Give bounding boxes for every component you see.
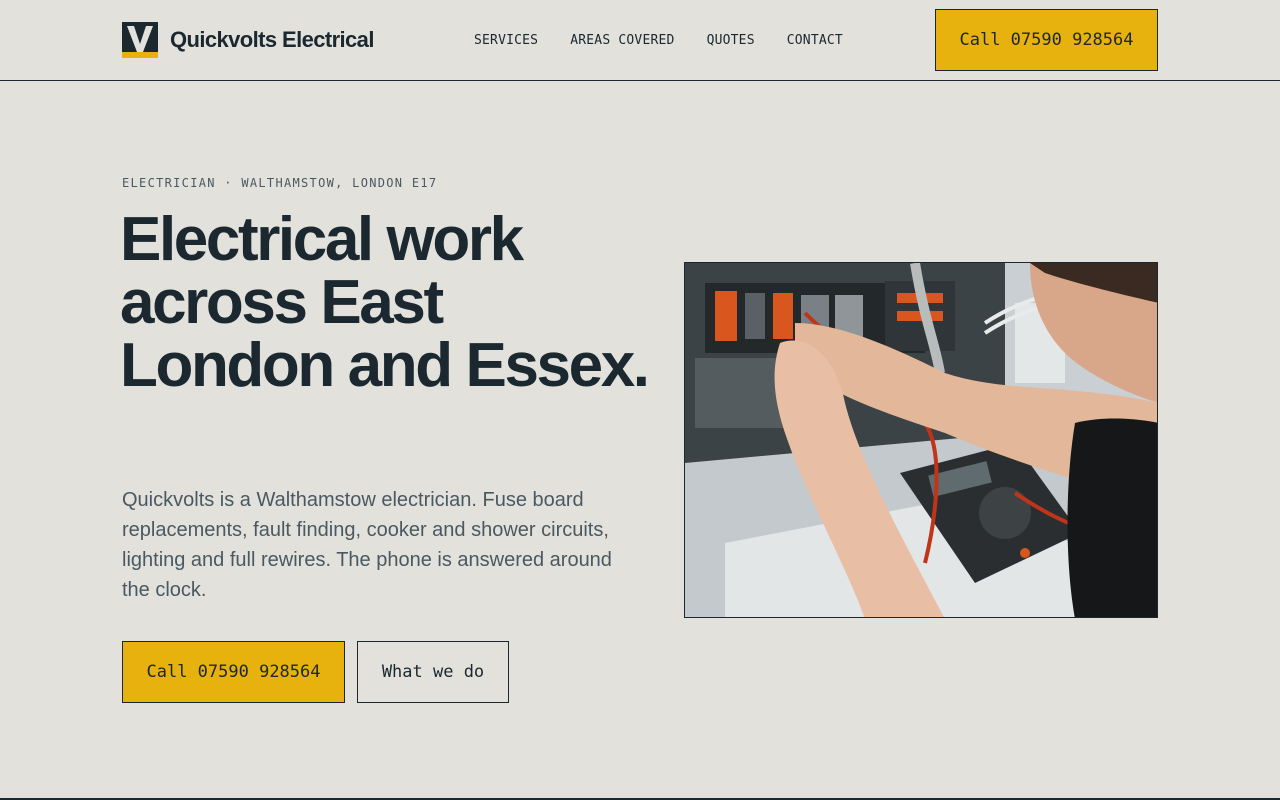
hero-lead: Quickvolts is a Walthamstow electrician.… — [122, 489, 612, 601]
header-call-button[interactable]: Call 07590 928564 — [935, 9, 1158, 71]
main-nav: SERVICES AREAS COVERED QUOTES CONTACT — [474, 33, 875, 49]
what-we-do-button[interactable]: What we do — [357, 641, 509, 703]
nav-item-areas-covered[interactable]: AREAS COVERED — [570, 33, 674, 49]
nav-item-quotes[interactable]: QUOTES — [707, 33, 755, 49]
hero-photo — [684, 262, 1158, 618]
brand-logo-link[interactable]: Quickvolts Electrical — [122, 22, 374, 58]
site-header: Quickvolts Electrical SERVICES AREAS COV… — [0, 0, 1280, 81]
nav-item-contact[interactable]: CONTACT — [787, 33, 843, 49]
hero-eyebrow: ELECTRICIAN · WALTHAMSTOW, LONDON E17 — [122, 176, 438, 190]
hero-headline: Electrical work across East London and E… — [120, 205, 650, 400]
nav-item-services[interactable]: SERVICES — [474, 33, 538, 49]
brand-name: Quickvolts Electrical — [170, 27, 374, 52]
logo-icon — [122, 22, 158, 58]
electrician-photo-illustration — [685, 263, 1157, 617]
hero-call-button[interactable]: Call 07590 928564 — [122, 641, 345, 703]
